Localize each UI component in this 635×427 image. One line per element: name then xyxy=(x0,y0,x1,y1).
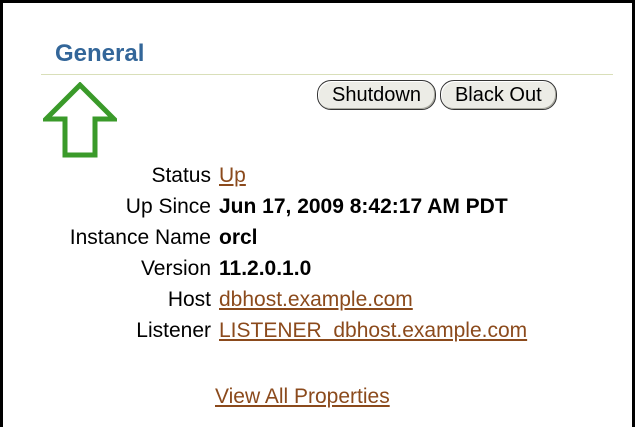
status-link[interactable]: Up xyxy=(219,164,246,187)
version-value: 11.2.0.1.0 xyxy=(219,257,312,280)
black-out-button[interactable]: Black Out xyxy=(439,80,557,110)
property-row-host: Host dbhost.example.com xyxy=(3,286,635,317)
property-row-listener: Listener LISTENER_dbhost.example.com xyxy=(3,317,635,348)
up-arrow-icon xyxy=(43,82,117,158)
property-row-instance-name: Instance Name orcl xyxy=(3,224,635,255)
property-row-up-since: Up Since Jun 17, 2009 8:42:17 AM PDT xyxy=(3,193,635,224)
shutdown-button[interactable]: Shutdown xyxy=(317,80,436,110)
property-row-version: Version 11.2.0.1.0 xyxy=(3,255,635,286)
instance-name-value: orcl xyxy=(219,226,258,249)
view-all-properties-link[interactable]: View All Properties xyxy=(215,385,390,408)
title-divider xyxy=(41,74,613,75)
up-since-label: Up Since xyxy=(125,195,211,218)
status-label: Status xyxy=(151,164,211,187)
listener-label: Listener xyxy=(136,319,211,342)
host-label: Host xyxy=(167,288,211,311)
general-section-panel: General Shutdown Black Out Status Up Up … xyxy=(0,0,635,427)
host-link[interactable]: dbhost.example.com xyxy=(219,288,413,311)
section-title: General xyxy=(55,40,145,67)
instance-name-label: Instance Name xyxy=(69,226,211,249)
up-since-value: Jun 17, 2009 8:42:17 AM PDT xyxy=(219,195,508,218)
listener-link[interactable]: LISTENER_dbhost.example.com xyxy=(219,319,527,342)
property-row-status: Status Up xyxy=(3,162,635,193)
properties-list: Status Up Up Since Jun 17, 2009 8:42:17 … xyxy=(3,162,635,348)
action-button-row: Shutdown Black Out xyxy=(317,80,557,110)
version-label: Version xyxy=(140,257,211,280)
